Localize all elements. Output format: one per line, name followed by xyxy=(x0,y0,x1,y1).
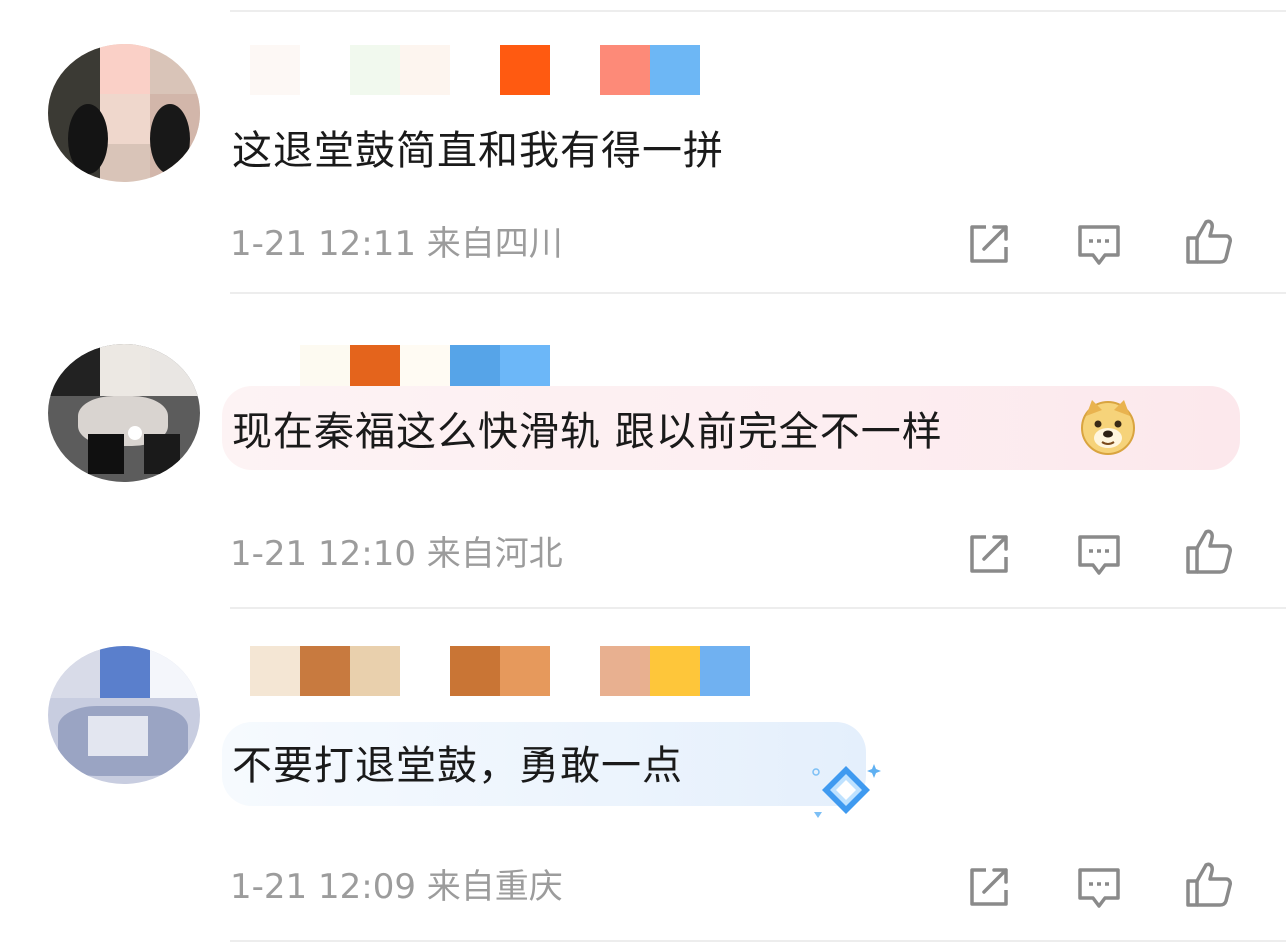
avatar-plush-icon[interactable] xyxy=(48,344,200,482)
comment-text: 不要打退堂鼓，勇敢一点 xyxy=(232,743,683,789)
mosaic-block xyxy=(600,646,650,696)
share-icon[interactable] xyxy=(964,529,1014,579)
comment-text: 这退堂鼓简直和我有得一拼 xyxy=(232,128,724,174)
mosaic-block xyxy=(350,45,400,95)
mosaic-block xyxy=(500,646,550,696)
doge-emoji-icon xyxy=(1078,396,1138,456)
mosaic-block xyxy=(700,646,750,696)
comment-icon[interactable] xyxy=(1074,862,1124,912)
comment-divider xyxy=(230,607,1286,609)
top-divider xyxy=(230,10,1286,12)
comment-divider xyxy=(230,940,1286,942)
comment-time: 1-21 12:11 xyxy=(230,224,416,264)
comment-time: 1-21 12:10 xyxy=(230,534,416,574)
thumbs-up-icon[interactable] xyxy=(1184,216,1234,266)
share-icon[interactable] xyxy=(964,862,1014,912)
comment-text: 现在秦福这么快滑轨 跟以前完全不一样 xyxy=(232,409,943,455)
avatar-girl-icon[interactable] xyxy=(48,44,200,182)
comment-meta: 1-21 12:10 来自河北 xyxy=(230,537,563,571)
avatar-anime-icon[interactable] xyxy=(48,646,200,784)
comment-icon[interactable] xyxy=(1074,219,1124,269)
mosaic-block xyxy=(300,646,350,696)
mosaic-block xyxy=(650,45,700,95)
comment-location: 来自四川 xyxy=(426,224,563,264)
thumbs-up-icon[interactable] xyxy=(1184,526,1234,576)
comment-icon[interactable] xyxy=(1074,529,1124,579)
comment-meta: 1-21 12:11 来自四川 xyxy=(230,227,563,261)
mosaic-block xyxy=(450,646,500,696)
mosaic-block xyxy=(250,45,300,95)
comment-divider xyxy=(230,292,1286,294)
mosaic-block xyxy=(500,45,550,95)
mosaic-block xyxy=(350,646,400,696)
comment-meta: 1-21 12:09 来自重庆 xyxy=(230,870,563,904)
thumbs-up-icon[interactable] xyxy=(1184,859,1234,909)
mosaic-block xyxy=(600,45,650,95)
share-icon[interactable] xyxy=(964,219,1014,269)
comment-location: 来自河北 xyxy=(426,534,563,574)
username-mosaic[interactable] xyxy=(230,45,830,95)
comment-location: 来自重庆 xyxy=(426,867,563,907)
username-mosaic[interactable] xyxy=(230,646,830,696)
mosaic-block xyxy=(400,45,450,95)
mosaic-block xyxy=(650,646,700,696)
blue-diamond-sticker-icon xyxy=(808,760,884,820)
comment-time: 1-21 12:09 xyxy=(230,867,416,907)
mosaic-block xyxy=(250,646,300,696)
